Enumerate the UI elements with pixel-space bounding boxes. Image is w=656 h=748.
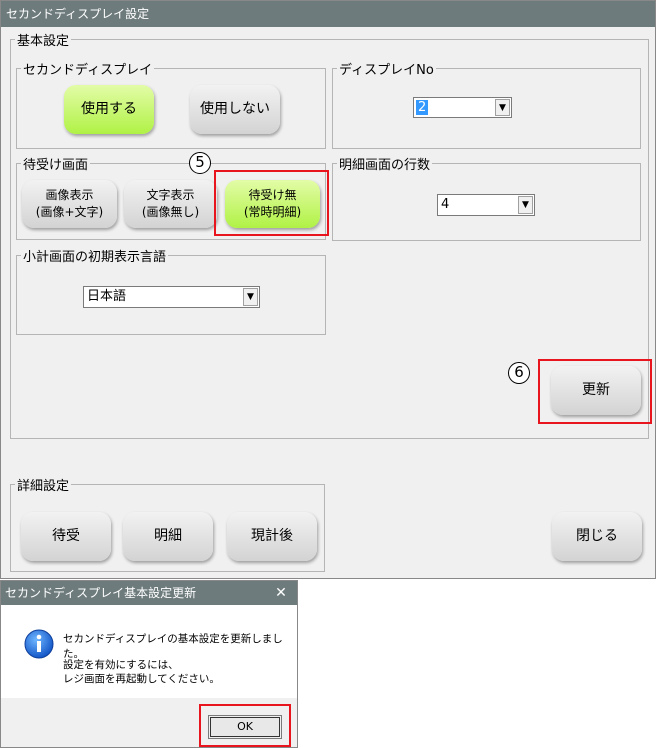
highlight-box-ok: [199, 704, 291, 747]
standby-image-line2: (画像+文字): [35, 205, 104, 219]
meisai-detail-button[interactable]: 明細: [123, 512, 213, 561]
chevron-down-icon[interactable]: ▼: [518, 196, 533, 214]
dialog-message-3: レジ画面を再起動してください。: [63, 673, 220, 685]
display-no-select[interactable]: 2 ▼: [413, 97, 512, 118]
close-button[interactable]: 閉じる: [552, 512, 642, 561]
detail-settings-label: 詳細設定: [17, 479, 70, 494]
chevron-down-icon[interactable]: ▼: [495, 99, 510, 116]
detail-rows-label: 明細画面の行数: [339, 158, 431, 173]
window-title: セカンドディスプレイ設定: [1, 1, 655, 27]
highlight-box-step6: [538, 359, 652, 424]
standby-label: 待受け画面: [23, 158, 89, 173]
subtotal-lang-select[interactable]: 日本語 ▼: [83, 286, 260, 308]
display-no-label: ディスプレイNo: [339, 63, 434, 78]
no-use-button[interactable]: 使用しない: [190, 85, 280, 134]
subtotal-lang-value: 日本語: [87, 289, 127, 304]
detail-rows-select[interactable]: 4 ▼: [437, 194, 535, 216]
subtotal-lang-label: 小計画面の初期表示言語: [23, 250, 167, 265]
after-total-detail-button[interactable]: 現計後: [227, 512, 317, 561]
standby-image-line1: 画像表示: [45, 187, 94, 202]
step5-marker: 5: [189, 152, 211, 174]
info-icon: [23, 628, 55, 660]
display-no-value: 2: [416, 100, 429, 115]
update-dialog: セカンドディスプレイ基本設定更新 ✕ セカンドディスプレイの基本設定を更新しまし…: [0, 580, 298, 748]
second-display-label: セカンドディスプレイ: [23, 63, 153, 78]
standby-image-button[interactable]: 画像表示 (画像+文字): [22, 180, 117, 228]
chevron-down-icon[interactable]: ▼: [243, 288, 258, 306]
step6-marker: 6: [508, 362, 530, 384]
dialog-title: セカンドディスプレイ基本設定更新: [1, 581, 297, 605]
basic-settings-label: 基本設定: [17, 34, 70, 49]
dialog-message-2: 設定を有効にするには、: [63, 659, 179, 671]
highlight-box-step5: [214, 170, 329, 236]
standby-text-line1: 文字表示: [146, 187, 195, 202]
close-icon[interactable]: ✕: [271, 581, 291, 605]
standby-detail-button[interactable]: 待受: [21, 512, 111, 561]
use-button[interactable]: 使用する: [64, 85, 154, 134]
standby-text-button[interactable]: 文字表示 (画像無し): [124, 180, 217, 228]
settings-window: セカンドディスプレイ設定 基本設定 セカンドディスプレイ 使用する 使用しない …: [0, 0, 656, 579]
standby-text-line2: (画像無し): [141, 205, 200, 219]
detail-rows-value: 4: [441, 197, 450, 212]
